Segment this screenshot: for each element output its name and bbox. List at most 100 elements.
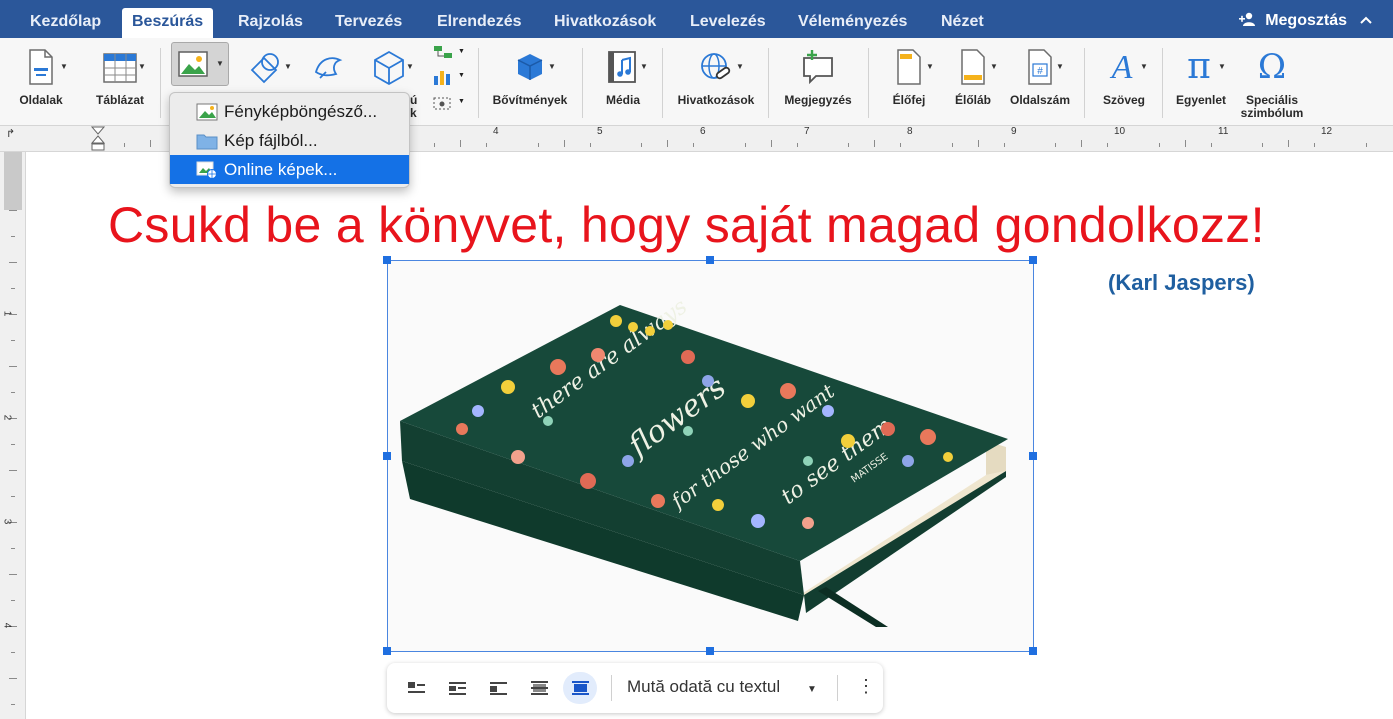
vruler-tick [11, 652, 15, 653]
vruler-tick [11, 288, 15, 289]
indent-marker-icon[interactable] [91, 126, 105, 152]
vruler-tick [9, 262, 17, 263]
tab-draw[interactable]: Rajzolás [228, 8, 313, 38]
ruler-tick [952, 143, 953, 147]
quote-author[interactable]: (Karl Jaspers) [1108, 270, 1255, 296]
table-button[interactable]: ▼ Táblázat [88, 42, 152, 122]
chart-icon[interactable] [432, 68, 454, 86]
chevron-down-icon: ▼ [926, 62, 934, 71]
tab-design[interactable]: Tervezés [325, 8, 412, 38]
text-label: Szöveg [1102, 93, 1145, 107]
toolbar-separator [837, 675, 838, 701]
wrap-inline-button[interactable] [399, 672, 433, 704]
vruler-tick [11, 600, 15, 601]
smartart-icon[interactable] [432, 44, 454, 62]
book-image[interactable]: there are always flowers for those who w… [388, 261, 1033, 651]
header-button[interactable]: ▼ Élőfej [880, 42, 938, 122]
wrap-in-front-icon [572, 681, 589, 695]
addins-button[interactable]: ▼ Bővítmények [486, 42, 574, 122]
wrap-in-front-button[interactable] [563, 672, 597, 704]
text-button[interactable]: A ▼ Szöveg [1094, 42, 1154, 122]
svg-text:A: A [1110, 49, 1133, 86]
header-icon [897, 49, 921, 85]
tab-view[interactable]: Nézet [931, 8, 994, 38]
selected-image-frame[interactable]: there are always flowers for those who w… [383, 256, 1037, 655]
share-button[interactable]: Megosztás [1238, 10, 1347, 32]
tab-home[interactable]: Kezdőlap [20, 8, 111, 38]
tab-review[interactable]: Véleményezés [788, 8, 917, 38]
tab-stop-icon[interactable]: ↱ [6, 127, 15, 140]
chevron-down-icon: ▼ [406, 62, 414, 71]
ruler-tick [667, 140, 668, 147]
text-a-icon: A [1110, 49, 1133, 86]
symbol-label-line2: szimbólum [1240, 106, 1304, 120]
tab-mailings[interactable]: Levelezés [680, 8, 776, 38]
wrap-inline-icon [408, 682, 425, 693]
ruler-tick [1081, 140, 1082, 147]
wrap-break-button[interactable] [481, 672, 515, 704]
ruler-margin-shade [4, 152, 22, 210]
chevron-down-icon: ▼ [138, 62, 146, 71]
menu-item-picture-from-file[interactable]: Kép fájlból... [170, 126, 409, 155]
resize-handle-left[interactable] [383, 452, 391, 460]
page-number-button[interactable]: # ▼ Oldalszám [1004, 42, 1076, 122]
symbol-button[interactable]: Ω Speciális szimbólum [1234, 42, 1310, 122]
links-button[interactable]: ▼ Hivatkozások [670, 42, 762, 122]
tab-references[interactable]: Hivatkozások [544, 8, 666, 38]
pictures-button[interactable]: ▼ [171, 42, 229, 86]
more-options-icon[interactable]: ⋮ [857, 676, 875, 697]
tab-insert[interactable]: Beszúrás [122, 8, 214, 38]
new-comment-button[interactable]: Megjegyzés [776, 42, 860, 122]
footer-button[interactable]: ▼ Élőláb [944, 42, 1002, 122]
menu-item-online-pictures[interactable]: Online képek... [170, 155, 409, 184]
ruler-tick [564, 140, 565, 147]
bird-icon [314, 57, 343, 79]
image-layout-toolbar: Mută odată cu textul ▼ ⋮ [387, 663, 883, 713]
equation-button[interactable]: π ▼ Egyenlet [1170, 42, 1232, 122]
resize-handle-top[interactable] [706, 256, 714, 264]
resize-handle-bottom-left[interactable] [383, 647, 391, 655]
wrap-behind-text-button[interactable] [522, 672, 556, 704]
ribbon-separator [1084, 48, 1085, 118]
resize-handle-top-right[interactable] [1029, 256, 1037, 264]
vruler-tick [9, 366, 17, 367]
wrap-break-icon [490, 682, 507, 695]
ruler-number: 12 [1321, 126, 1333, 137]
vruler-tick [11, 444, 15, 445]
chevron-down-icon[interactable]: ▼ [807, 684, 817, 695]
globe-link-icon [701, 53, 731, 80]
vertical-ruler[interactable]: 1 2 3 4 [0, 152, 26, 719]
resize-handle-bottom-right[interactable] [1029, 647, 1037, 655]
resize-handle-top-left[interactable] [383, 256, 391, 264]
tab-layout[interactable]: Elrendezés [427, 8, 531, 38]
vruler-tick [11, 496, 15, 497]
ruler-tick [486, 143, 487, 147]
media-button[interactable]: ▼ Média [592, 42, 654, 122]
comment-icon [803, 50, 833, 85]
chevron-down-icon: ▼ [458, 48, 465, 55]
ruler-number: 10 [1114, 126, 1126, 137]
vruler-number: 3 [1, 518, 13, 525]
vruler-tick [9, 470, 17, 471]
share-label: Megosztás [1265, 12, 1347, 29]
vruler-tick [11, 392, 15, 393]
screenshot-icon[interactable] [432, 94, 454, 112]
menu-item-photo-browser[interactable]: Fényképböngésző... [170, 97, 409, 126]
collapse-ribbon-icon[interactable] [1359, 12, 1375, 28]
ribbon-separator [582, 48, 583, 118]
wrap-square-button[interactable] [440, 672, 474, 704]
ruler-tick [771, 140, 772, 147]
title-bar-strip [0, 0, 1393, 8]
quote-heading[interactable]: Csukd be a könyvet, hogy saját magad gon… [108, 196, 1265, 254]
cube-icon [374, 50, 404, 86]
ruler-tick [1366, 143, 1367, 147]
ruler-number: 11 [1218, 126, 1229, 137]
svg-text:Ω: Ω [1258, 48, 1286, 86]
position-option-dropdown[interactable]: Mută odată cu textul [627, 677, 780, 697]
resize-handle-right[interactable] [1029, 452, 1037, 460]
chevron-down-icon: ▼ [990, 62, 998, 71]
vruler-tick [9, 210, 17, 211]
resize-handle-bottom[interactable] [706, 647, 714, 655]
vruler-tick [11, 236, 15, 237]
pages-button[interactable]: ▼ Oldalak [10, 42, 72, 122]
